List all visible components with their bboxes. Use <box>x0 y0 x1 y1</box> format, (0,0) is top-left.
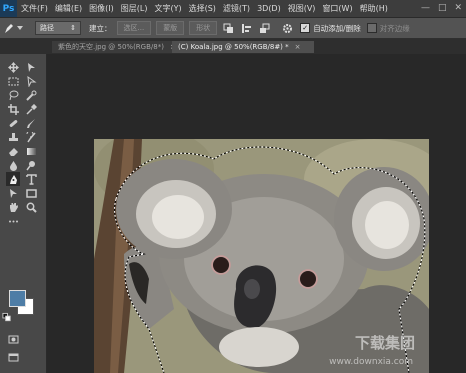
foreground-color-swatch[interactable] <box>9 290 26 307</box>
koala-image[interactable]: 下载集团 www.downxia.com <box>94 139 429 373</box>
window-controls: — □ ✕ <box>421 3 462 13</box>
menu-help[interactable]: 帮助(H) <box>360 3 388 14</box>
gear-icon[interactable] <box>281 22 294 35</box>
tools-panel <box>0 54 47 373</box>
auto-add-delete-label: 自动添加/删除 <box>313 23 361 33</box>
type-tool-icon[interactable] <box>24 172 38 186</box>
artboard-arrow-icon[interactable] <box>24 60 38 74</box>
options-bar: 路径 ⇕ 建立： 选区... 蒙版 形状 ✓ 自动添加/删除 ✓ 对齐边缘 <box>0 18 466 39</box>
direct-select-icon[interactable] <box>24 74 38 88</box>
blur-tool-icon[interactable] <box>6 158 20 172</box>
menu-view[interactable]: 视图(V) <box>288 3 316 14</box>
path-arrangement-icon[interactable] <box>258 22 271 35</box>
menu-filter[interactable]: 滤镜(T) <box>223 3 250 14</box>
pen-tool-icon <box>5 24 13 33</box>
move-tool-icon[interactable] <box>6 60 20 74</box>
tool-preset-picker[interactable] <box>3 20 29 36</box>
make-selection-button[interactable]: 选区... <box>116 21 152 35</box>
menu-type[interactable]: 文字(Y) <box>154 3 181 14</box>
brush-tool-icon[interactable] <box>24 116 38 130</box>
menu-window[interactable]: 窗口(W) <box>322 3 352 14</box>
tab-koala[interactable]: (C) Koala.jpg @ 50%(RGB/8#) * × <box>172 41 314 53</box>
menu-select[interactable]: 选择(S) <box>189 3 216 14</box>
maximize-button[interactable]: □ <box>438 3 447 13</box>
watermark-text: 下载集团 <box>354 334 415 352</box>
rectangle-tool-icon[interactable] <box>24 186 38 200</box>
build-label: 建立： <box>89 23 112 33</box>
watermark-url: www.downxia.com <box>329 357 413 367</box>
tab-label: (C) Koala.jpg @ 50%(RGB/8#) * <box>178 43 289 51</box>
quick-mask-icon[interactable] <box>6 332 20 346</box>
tab-close-button[interactable]: × <box>295 43 301 51</box>
menu-edit[interactable]: 编辑(E) <box>55 3 82 14</box>
make-mask-button[interactable]: 蒙版 <box>156 21 185 35</box>
default-colors-icon[interactable] <box>2 312 12 322</box>
menu-file[interactable]: 文件(F) <box>21 3 48 14</box>
document-tab-bar: 紫色的天空.jpg @ 50%(RGB/8*) × (C) Koala.jpg … <box>0 39 466 54</box>
auto-add-delete-checkbox[interactable]: ✓ <box>300 23 311 33</box>
gradient-tool-icon[interactable] <box>24 144 38 158</box>
eraser-tool-icon[interactable] <box>6 144 20 158</box>
menu-layer[interactable]: 图层(L) <box>121 3 148 14</box>
screen-mode-icon[interactable] <box>6 350 20 364</box>
eyedropper-tool-icon[interactable] <box>24 102 38 116</box>
minimize-button[interactable]: — <box>421 3 430 13</box>
mode-select-value: 路径 <box>40 24 54 32</box>
marquee-tool-icon[interactable] <box>6 74 20 88</box>
healing-brush-icon[interactable] <box>6 116 20 130</box>
path-operations-icon[interactable] <box>222 22 235 35</box>
select-arrows-icon: ⇕ <box>70 24 76 32</box>
menu-3d[interactable]: 3D(D) <box>257 4 281 13</box>
tab-purple-sky[interactable]: 紫色的天空.jpg @ 50%(RGB/8*) × <box>52 41 182 53</box>
close-window-button[interactable]: ✕ <box>454 3 462 13</box>
photoshop-logo: Ps <box>0 0 17 17</box>
align-edges-checkbox[interactable]: ✓ <box>366 23 377 33</box>
zoom-tool-icon[interactable] <box>24 200 38 214</box>
path-alignment-icon[interactable] <box>240 22 253 35</box>
chevron-down-icon <box>17 26 23 30</box>
clone-stamp-icon[interactable] <box>6 130 20 144</box>
crop-tool-icon[interactable] <box>6 102 20 116</box>
menu-bar: Ps 文件(F) 编辑(E) 图像(I) 图层(L) 文字(Y) 选择(S) 滤… <box>0 0 466 18</box>
mode-select[interactable]: 路径 ⇕ <box>35 21 81 35</box>
tab-label: 紫色的天空.jpg @ 50%(RGB/8*) <box>58 43 164 51</box>
hand-tool-icon[interactable] <box>6 200 20 214</box>
menu-image[interactable]: 图像(I) <box>89 3 114 14</box>
dodge-tool-icon[interactable] <box>24 158 38 172</box>
path-selection-icon[interactable] <box>6 186 20 200</box>
quick-select-icon[interactable] <box>24 88 38 102</box>
pen-tool-icon[interactable] <box>6 172 20 186</box>
align-edges-label: 对齐边缘 <box>379 23 410 33</box>
history-brush-icon[interactable] <box>24 130 38 144</box>
more-tools-icon[interactable] <box>6 214 20 228</box>
make-shape-button[interactable]: 形状 <box>189 21 218 35</box>
lasso-tool-icon[interactable] <box>6 88 20 102</box>
